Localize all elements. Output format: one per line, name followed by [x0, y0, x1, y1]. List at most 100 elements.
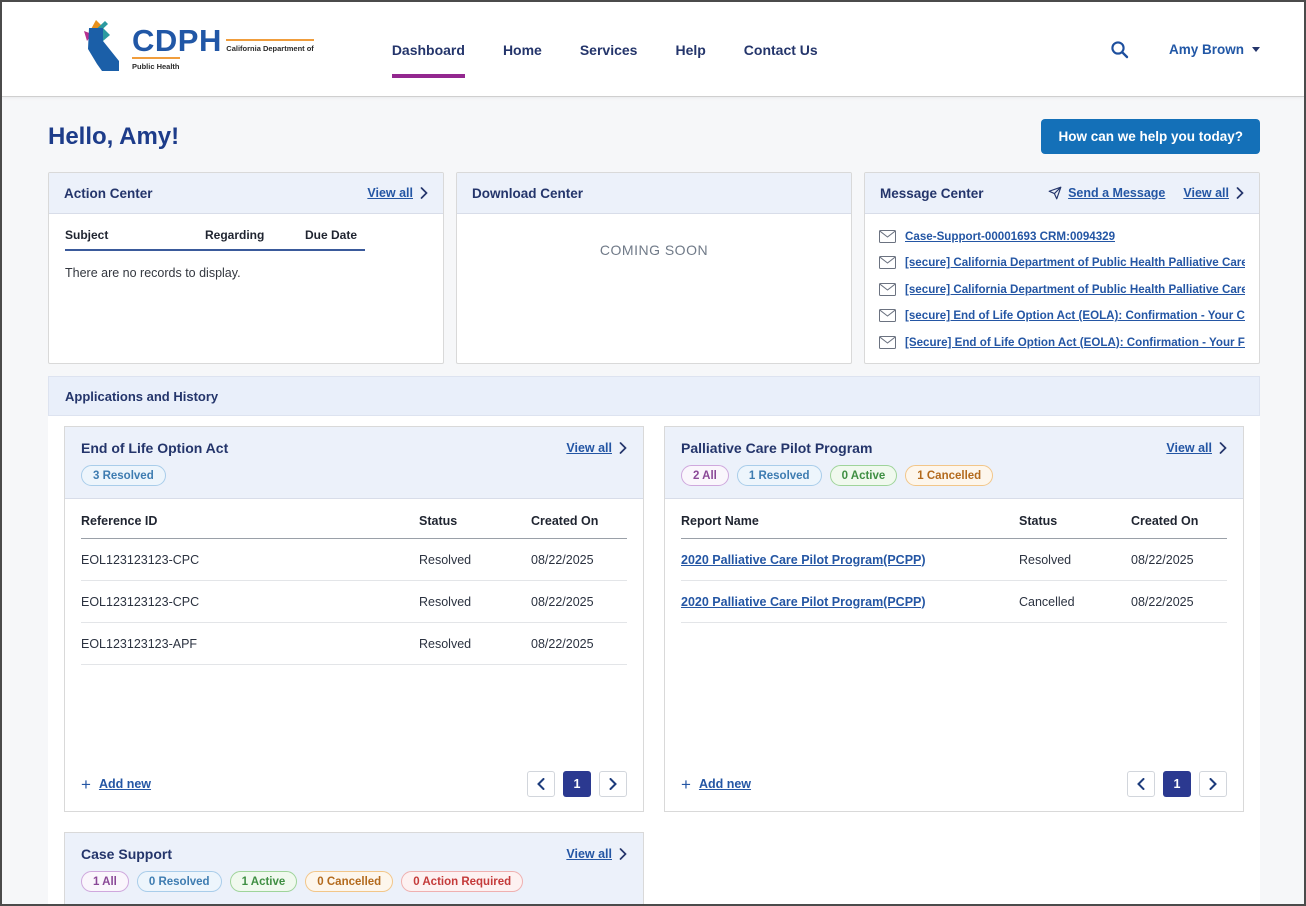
nav-item-help[interactable]: Help	[675, 20, 705, 78]
applications-and-history-title: Applications and History	[65, 389, 218, 404]
nav-item-contact-us[interactable]: Contact Us	[744, 20, 818, 78]
created-on-cell: 08/22/2025	[1131, 595, 1227, 609]
report-name-link[interactable]: 2020 Palliative Care Pilot Program(PCPP)	[681, 553, 926, 567]
user-menu[interactable]: Amy Brown	[1169, 42, 1260, 57]
created-on-cell: 08/22/2025	[531, 595, 627, 609]
current-page-indicator[interactable]: 1	[563, 771, 591, 797]
plus-icon: +	[681, 776, 691, 793]
add-new-link[interactable]: Add new	[99, 777, 151, 791]
badge-resolved[interactable]: 0 Resolved	[137, 871, 222, 892]
view-all-link[interactable]: View all	[1166, 441, 1212, 455]
badge-active[interactable]: 1 Active	[230, 871, 298, 892]
palliative-care-pilot-program-card: Palliative Care Pilot Program View all 2…	[664, 426, 1244, 812]
badge-all[interactable]: 1 All	[81, 871, 129, 892]
message-list: Case-Support-00001693 CRM:0094329 [secur…	[865, 214, 1259, 364]
action-center-header: Action Center View all	[49, 173, 443, 214]
next-page-button[interactable]	[1199, 771, 1227, 797]
badge-resolved[interactable]: 1 Resolved	[737, 465, 822, 486]
end-of-life-option-act-card: End of Life Option Act View all 3 Resolv…	[64, 426, 644, 812]
add-new-link[interactable]: Add new	[699, 777, 751, 791]
view-all-link[interactable]: View all	[566, 441, 612, 455]
nav-item-services[interactable]: Services	[580, 20, 638, 78]
pcpp-add-new-button[interactable]: + Add new	[681, 776, 751, 793]
chevron-right-icon	[1209, 778, 1217, 790]
nav-item-home[interactable]: Home	[503, 20, 542, 78]
badge-cancelled[interactable]: 0 Cancelled	[305, 871, 393, 892]
envelope-icon	[879, 336, 896, 349]
previous-page-button[interactable]	[1127, 771, 1155, 797]
message-list-item[interactable]: [secure] California Department of Public…	[879, 276, 1245, 303]
view-all-link[interactable]: View all	[1183, 186, 1229, 200]
column-created-on: Created On	[531, 514, 627, 528]
envelope-icon	[879, 230, 896, 243]
status-cell: Resolved	[419, 637, 531, 651]
envelope-icon	[879, 309, 896, 322]
status-cell: Resolved	[419, 553, 531, 567]
report-name-link[interactable]: 2020 Palliative Care Pilot Program(PCPP)	[681, 595, 926, 609]
message-subject-link[interactable]: [secure] California Department of Public…	[905, 256, 1245, 269]
status-cell: Cancelled	[1019, 595, 1131, 609]
message-list-item[interactable]: [Secure] End of Life Option Act (EOLA): …	[879, 329, 1245, 356]
send-a-message-button[interactable]: Send a Message	[1048, 186, 1165, 200]
table-row: 2020 Palliative Care Pilot Program(PCPP)…	[681, 539, 1227, 581]
pcpp-card-header: Palliative Care Pilot Program View all 2…	[665, 427, 1243, 499]
cdph-logo[interactable]: CDPH California Department of Public Hea…	[80, 19, 314, 80]
chevron-right-icon	[619, 848, 627, 860]
search-icon[interactable]	[1110, 40, 1129, 59]
message-center-view-all[interactable]: View all	[1183, 186, 1244, 200]
column-report-name: Report Name	[681, 514, 1019, 528]
eol-view-all[interactable]: View all	[566, 441, 627, 455]
next-page-button[interactable]	[599, 771, 627, 797]
badge-action-required[interactable]: 0 Action Required	[401, 871, 523, 892]
pcpp-card-title: Palliative Care Pilot Program	[681, 440, 872, 456]
created-on-cell: 08/22/2025	[531, 637, 627, 651]
eol-table-header: Reference ID Status Created On	[81, 501, 627, 539]
pcpp-card-footer: + Add new 1	[665, 759, 1243, 811]
table-row: EOL123123123-APF Resolved 08/22/2025	[81, 623, 627, 665]
eol-status-badges: 3 Resolved	[81, 465, 627, 486]
eol-add-new-button[interactable]: + Add new	[81, 776, 151, 793]
california-state-icon	[80, 19, 124, 80]
logo-text: CDPH California Department of Public Hea…	[132, 25, 314, 74]
badge-cancelled[interactable]: 1 Cancelled	[905, 465, 993, 486]
badge-active[interactable]: 0 Active	[830, 465, 898, 486]
chevron-right-icon	[420, 187, 428, 199]
applications-and-history-body: End of Life Option Act View all 3 Resolv…	[48, 416, 1260, 906]
pcpp-view-all[interactable]: View all	[1166, 441, 1227, 455]
action-center-card: Action Center View all Subject Regarding…	[48, 172, 444, 364]
reference-id-cell: EOL123123123-CPC	[81, 595, 419, 609]
badge-all[interactable]: 2 All	[681, 465, 729, 486]
send-a-message-link[interactable]: Send a Message	[1068, 186, 1165, 200]
view-all-link[interactable]: View all	[566, 847, 612, 861]
badge-resolved[interactable]: 3 Resolved	[81, 465, 166, 486]
pcpp-table: Report Name Status Created On 2020 Palli…	[665, 499, 1243, 759]
download-center-title: Download Center	[472, 186, 583, 201]
column-status: Status	[419, 514, 531, 528]
help-button[interactable]: How can we help you today?	[1041, 119, 1260, 154]
reference-id-cell: EOL123123123-APF	[81, 637, 419, 651]
message-subject-link[interactable]: [secure] End of Life Option Act (EOLA): …	[905, 309, 1245, 322]
current-page-indicator[interactable]: 1	[1163, 771, 1191, 797]
action-center-title: Action Center	[64, 186, 153, 201]
message-list-item[interactable]: [secure] California Department of Public…	[879, 250, 1245, 277]
view-all-link[interactable]: View all	[367, 186, 413, 200]
case-support-title: Case Support	[81, 846, 172, 862]
message-list-item[interactable]: [secure] End of Life Option Act (EOLA): …	[879, 303, 1245, 330]
envelope-icon	[879, 256, 896, 269]
action-center-view-all[interactable]: View all	[367, 186, 428, 200]
previous-page-button[interactable]	[527, 771, 555, 797]
status-cell: Resolved	[419, 595, 531, 609]
message-subject-link[interactable]: [Secure] End of Life Option Act (EOLA): …	[905, 336, 1245, 349]
download-center-body: COMING SOON	[457, 214, 851, 260]
status-cell: Resolved	[1019, 553, 1131, 567]
case-support-view-all[interactable]: View all	[566, 847, 627, 861]
summary-cards-row: Action Center View all Subject Regarding…	[48, 172, 1260, 364]
nav-item-dashboard[interactable]: Dashboard	[392, 20, 465, 78]
column-regarding: Regarding	[205, 228, 305, 242]
message-list-item[interactable]: Case-Support-00001693 CRM:0094329	[879, 223, 1245, 250]
chevron-right-icon	[1219, 442, 1227, 454]
message-subject-link[interactable]: Case-Support-00001693 CRM:0094329	[905, 230, 1115, 243]
pcpp-table-header: Report Name Status Created On	[681, 501, 1227, 539]
greeting-row: Hello, Amy! How can we help you today?	[48, 119, 1260, 154]
message-subject-link[interactable]: [secure] California Department of Public…	[905, 283, 1245, 296]
